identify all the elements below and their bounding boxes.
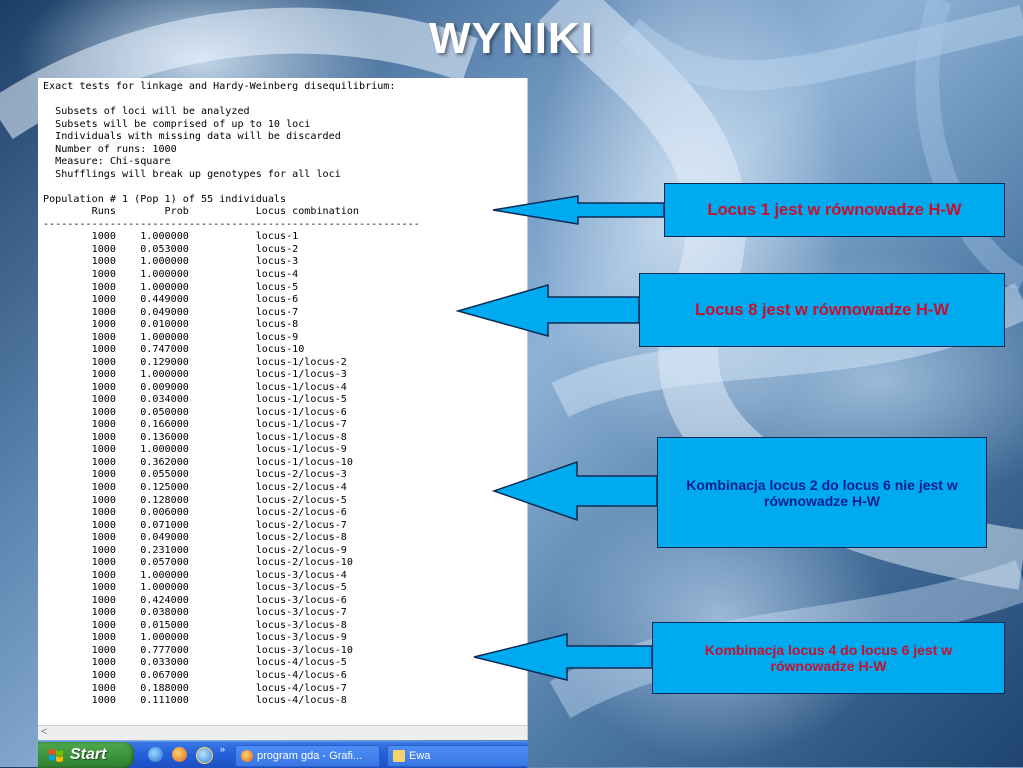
taskbar-item-label: program gda - Grafi... bbox=[257, 750, 363, 762]
windows-flag-icon bbox=[49, 749, 63, 762]
browser-icon[interactable] bbox=[196, 747, 213, 764]
callout-locus-4-6: Kombinacja locus 4 do locus 6 jest w rów… bbox=[652, 622, 1005, 694]
taskbar-item-label: Ewa bbox=[409, 750, 431, 762]
firefox-icon[interactable] bbox=[172, 747, 187, 762]
slide-title: WYNIKI bbox=[429, 14, 594, 63]
taskbar-item-program-gda[interactable]: program gda - Grafi... bbox=[235, 745, 380, 767]
callout-locus-2-6: Kombinacja locus 2 do locus 6 nie jest w… bbox=[657, 437, 987, 548]
output-window: Exact tests for linkage and Hardy-Weinbe… bbox=[38, 78, 528, 740]
windows-taskbar: Start » program gda - Grafi... Ewa bbox=[38, 741, 528, 768]
callout-locus-1: Locus 1 jest w równowadze H-W bbox=[664, 183, 1005, 237]
firefox-icon bbox=[241, 750, 253, 762]
horizontal-scrollbar[interactable]: < bbox=[38, 725, 527, 740]
callout-locus-8: Locus 8 jest w równowadze H-W bbox=[639, 273, 1005, 347]
start-button[interactable]: Start bbox=[38, 742, 134, 768]
chevron-icon[interactable]: » bbox=[220, 744, 225, 754]
start-label: Start bbox=[70, 746, 107, 763]
ie-icon[interactable] bbox=[148, 747, 163, 762]
results-output-text: Exact tests for linkage and Hardy-Weinbe… bbox=[43, 81, 420, 707]
folder-icon bbox=[393, 750, 405, 762]
scroll-left-arrow-icon[interactable]: < bbox=[41, 726, 47, 738]
taskbar-item-ewa[interactable]: Ewa bbox=[387, 745, 528, 767]
